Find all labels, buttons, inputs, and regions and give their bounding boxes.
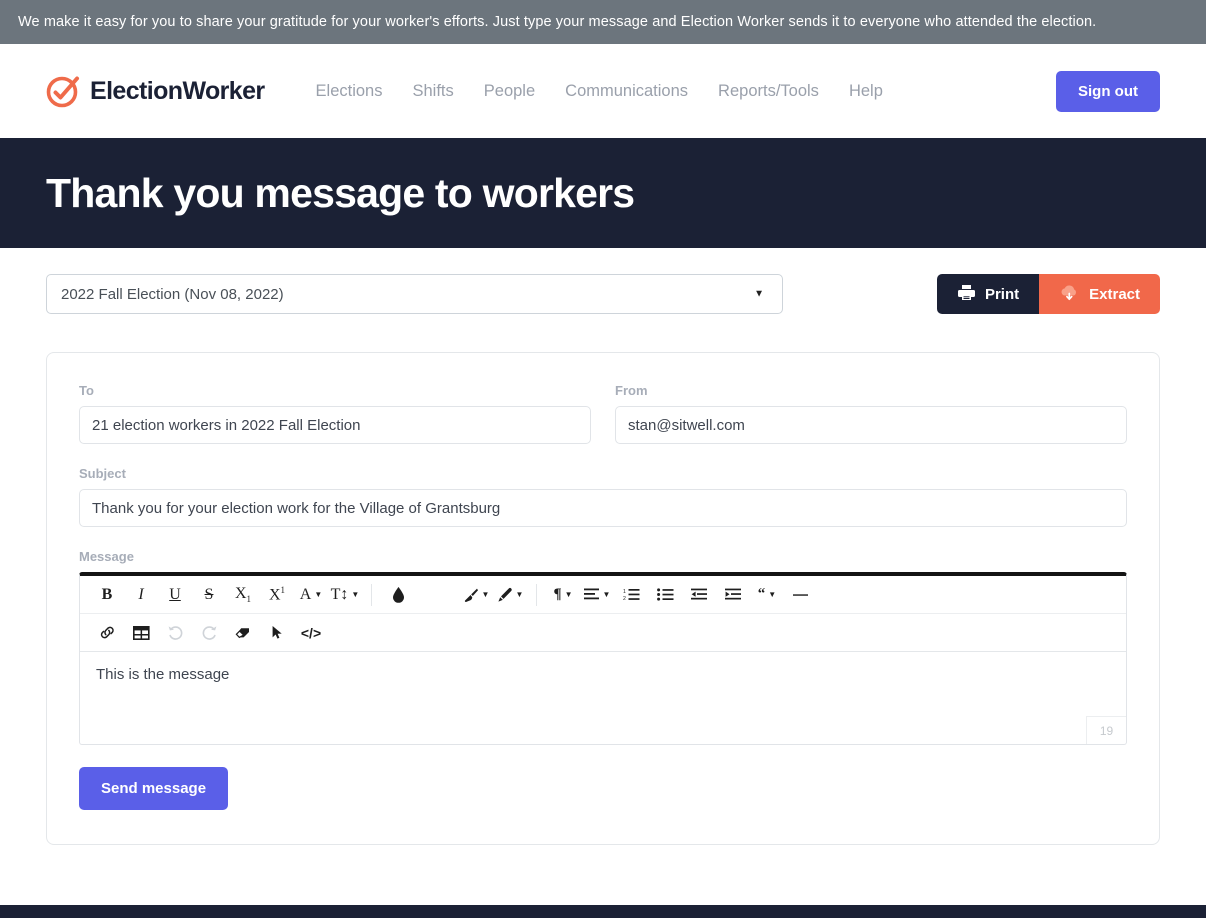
page-footer bbox=[0, 905, 1206, 918]
toolbar-separator bbox=[371, 583, 372, 606]
svg-text:2: 2 bbox=[623, 596, 626, 601]
rich-text-editor: B I U S X1 X1 A ▼ T↕ ▼ ▼ ▼ ¶ ▼ ▼ 1 2 “ ▼… bbox=[79, 572, 1127, 745]
extract-button[interactable]: Extract bbox=[1039, 274, 1160, 314]
horizontal-rule-icon[interactable] bbox=[784, 580, 818, 610]
subscript-icon[interactable]: X1 bbox=[226, 580, 260, 610]
from-field-group: From bbox=[615, 383, 1127, 444]
nav-item-shifts[interactable]: Shifts bbox=[397, 76, 468, 107]
subject-label: Subject bbox=[79, 466, 126, 481]
nav-item-communications[interactable]: Communications bbox=[550, 76, 703, 107]
main-navbar: ElectionWorker Elections Shifts People C… bbox=[0, 44, 1206, 138]
message-form-card: To From Subject Message B I U S X1 bbox=[46, 352, 1160, 845]
code-view-icon[interactable]: </> bbox=[294, 618, 328, 648]
align-icon[interactable]: ▼ bbox=[580, 580, 614, 610]
strikethrough-icon[interactable]: S bbox=[192, 580, 226, 610]
printer-icon bbox=[957, 284, 976, 305]
chevron-down-icon: ▼ bbox=[754, 288, 764, 300]
editor-toolbar-row-1: B I U S X1 X1 A ▼ T↕ ▼ ▼ ▼ ¶ ▼ ▼ 1 2 “ ▼ bbox=[80, 576, 1126, 614]
superscript-icon[interactable]: X1 bbox=[260, 580, 294, 610]
election-select-value: 2022 Fall Election (Nov 08, 2022) bbox=[61, 285, 284, 303]
editor-toolbar-row-2: </> bbox=[80, 614, 1126, 652]
undo-icon[interactable] bbox=[158, 618, 192, 648]
redo-icon[interactable] bbox=[192, 618, 226, 648]
extract-button-label: Extract bbox=[1089, 285, 1140, 303]
subject-field-group: Subject bbox=[79, 466, 1127, 527]
nav-links: Elections Shifts People Communications R… bbox=[301, 76, 898, 107]
page-content: 2022 Fall Election (Nov 08, 2022) ▼ Prin… bbox=[0, 248, 1206, 845]
message-field-group: Message B I U S X1 X1 A ▼ T↕ ▼ ▼ ▼ ¶ ▼ ▼… bbox=[79, 549, 1127, 745]
clear-format-icon[interactable] bbox=[226, 618, 260, 648]
text-marker-icon[interactable]: ▼ bbox=[493, 580, 527, 610]
bold-icon[interactable]: B bbox=[90, 580, 124, 610]
ordered-list-icon[interactable]: 1 2 bbox=[614, 580, 648, 610]
select-all-icon[interactable] bbox=[260, 618, 294, 648]
italic-icon[interactable]: I bbox=[124, 580, 158, 610]
subject-input[interactable] bbox=[79, 489, 1127, 527]
info-banner-text: We make it easy for you to share your gr… bbox=[18, 14, 1097, 30]
outdent-icon[interactable] bbox=[682, 580, 716, 610]
character-count: 19 bbox=[1086, 716, 1126, 744]
nav-item-help[interactable]: Help bbox=[834, 76, 898, 107]
election-select[interactable]: 2022 Fall Election (Nov 08, 2022) ▼ bbox=[46, 274, 783, 314]
brand-logo[interactable]: ElectionWorker bbox=[46, 74, 265, 108]
highlight-brush-icon[interactable]: ▼ bbox=[459, 580, 493, 610]
check-circle-icon bbox=[46, 74, 80, 108]
paragraph-format-icon[interactable]: ¶ ▼ bbox=[546, 580, 580, 610]
to-label: To bbox=[79, 383, 94, 398]
print-button-label: Print bbox=[984, 285, 1020, 303]
underline-icon[interactable]: U bbox=[158, 580, 192, 610]
indent-icon[interactable] bbox=[716, 580, 750, 610]
font-color-icon[interactable]: A ▼ bbox=[294, 580, 328, 610]
election-toolbar-row: 2022 Fall Election (Nov 08, 2022) ▼ Prin… bbox=[46, 274, 1160, 314]
svg-text:1: 1 bbox=[623, 589, 626, 595]
to-from-row: To From bbox=[79, 383, 1127, 444]
page-title: Thank you message to workers bbox=[46, 169, 635, 216]
from-input[interactable] bbox=[615, 406, 1127, 444]
from-label: From bbox=[615, 383, 648, 398]
nav-item-reports-tools[interactable]: Reports/Tools bbox=[703, 76, 834, 107]
cloud-download-icon bbox=[1059, 284, 1080, 305]
font-size-icon[interactable]: T↕ ▼ bbox=[328, 580, 362, 610]
brand-name: ElectionWorker bbox=[90, 76, 265, 105]
nav-item-elections[interactable]: Elections bbox=[301, 76, 398, 107]
message-label: Message bbox=[79, 549, 134, 564]
message-editor-body[interactable]: This is the message 19 bbox=[80, 652, 1126, 744]
message-text: This is the message bbox=[96, 666, 230, 683]
page-title-strip: Thank you message to workers bbox=[0, 138, 1206, 248]
print-extract-button-group: Print Extract bbox=[936, 274, 1160, 314]
unordered-list-icon[interactable] bbox=[648, 580, 682, 610]
info-banner: We make it easy for you to share your gr… bbox=[0, 0, 1206, 44]
sign-out-button[interactable]: Sign out bbox=[1056, 70, 1160, 112]
to-input[interactable] bbox=[79, 406, 591, 444]
to-field-group: To bbox=[79, 383, 591, 444]
background-color-icon[interactable] bbox=[381, 580, 415, 610]
print-button[interactable]: Print bbox=[936, 274, 1040, 314]
send-message-button[interactable]: Send message bbox=[79, 767, 229, 810]
nav-item-people[interactable]: People bbox=[469, 76, 550, 107]
table-icon[interactable] bbox=[124, 618, 158, 648]
blockquote-icon[interactable]: “▼ bbox=[750, 580, 784, 610]
toolbar-separator-2 bbox=[536, 583, 537, 606]
link-icon[interactable] bbox=[90, 618, 124, 648]
